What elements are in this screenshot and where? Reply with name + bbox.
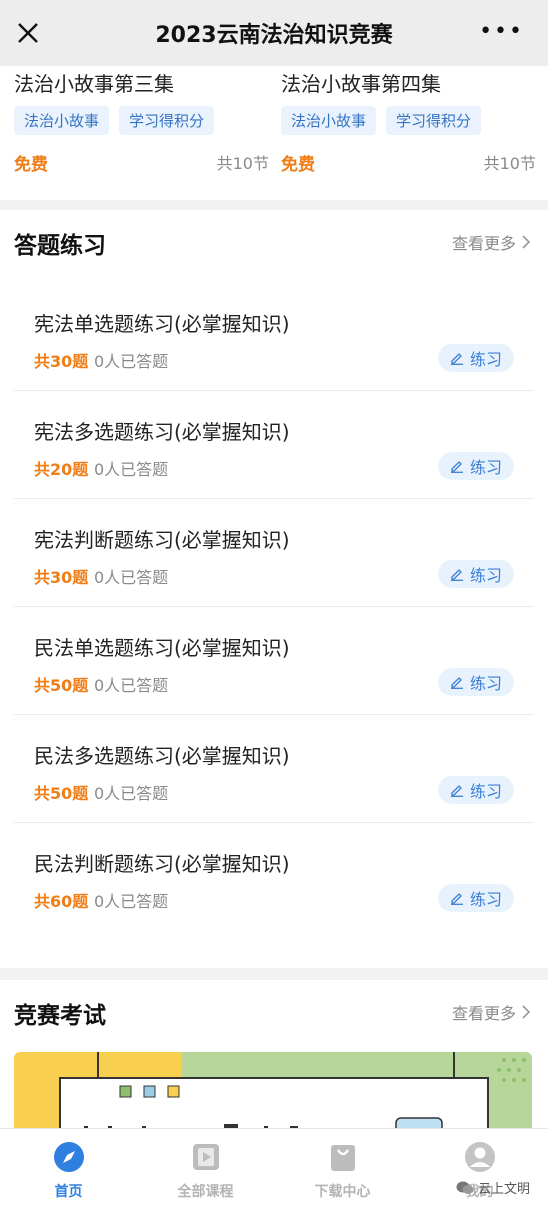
practice-button[interactable]: 练习 [438,560,514,588]
see-more-link[interactable]: 查看更多 [452,1000,530,1024]
practice-item[interactable]: 民法判断题练习(必掌握知识) 共60题 0人已答题 练习 [14,822,534,930]
question-count: 共30题 [34,352,89,371]
edit-icon [450,677,463,689]
practice-title: 宪法判断题练习(必掌握知识) [34,528,290,552]
section-title: 竞赛考试 [14,1003,106,1029]
practice-button-label: 练习 [469,890,502,909]
practice-button[interactable]: 练习 [438,776,514,804]
answered-count: 0人已答题 [94,568,169,587]
practice-title: 宪法多选题练习(必掌握知识) [34,420,290,444]
practice-title: 宪法单选题练习(必掌握知识) [34,312,290,336]
compass-icon [53,1142,84,1172]
practice-button-label: 练习 [469,674,502,693]
practice-title: 民法单选题练习(必掌握知识) [34,636,290,660]
practice-item[interactable]: 宪法判断题练习(必掌握知识) 共30题 0人已答题 练习 [14,498,534,607]
exam-banner[interactable] [14,1052,532,1132]
course-tag: 学习得积分 [119,106,215,135]
edit-icon [450,569,463,581]
watermark: 云上文明 [456,1178,530,1197]
practice-button[interactable]: 练习 [438,344,514,372]
edit-icon [450,893,463,905]
answered-count: 0人已答题 [94,676,169,695]
practice-title: 民法多选题练习(必掌握知识) [34,744,290,768]
title-bar: 2023云南法治知识竞赛 ••• [0,0,548,66]
page-title: 2023云南法治知识竞赛 [155,23,393,48]
bag-icon [330,1145,355,1171]
edit-icon [450,785,463,797]
exam-section: 竞赛考试 查看更多 [0,980,548,1132]
watermark-text: 云上文明 [477,1182,530,1197]
see-more-link[interactable]: 查看更多 [452,230,530,254]
tab-mine[interactable]: 我的 [411,1129,548,1213]
section-title: 答题练习 [14,233,106,259]
practice-button-label: 练习 [469,566,502,585]
question-count: 共30题 [34,568,89,587]
practice-button-label: 练习 [469,458,502,477]
course-tag: 法治小故事 [14,106,110,135]
practice-item[interactable]: 宪法多选题练习(必掌握知识) 共20题 0人已答题 练习 [14,390,534,499]
bottom-tab-bar: 首页 全部课程 下载中心 我的 [0,1128,548,1213]
practice-section: 答题练习 查看更多 宪法单选题练习(必掌握知识) 共30题 0人已答题 练习 宪… [0,210,548,968]
video-icon [192,1144,219,1170]
practice-item[interactable]: 民法单选题练习(必掌握知识) 共50题 0人已答题 练习 [14,606,534,715]
wechat-icon [456,1181,474,1194]
more-icon[interactable]: ••• [479,21,524,43]
question-count: 共50题 [34,676,89,695]
practice-item[interactable]: 宪法单选题练习(必掌握知识) 共30题 0人已答题 练习 [14,282,534,391]
question-count: 共50题 [34,784,89,803]
course-price: 免费 [14,155,48,175]
practice-title: 民法判断题练习(必掌握知识) [34,852,290,876]
course-tag: 法治小故事 [281,106,377,135]
chevron-right-icon [522,1005,530,1019]
tab-label: 下载中心 [314,1184,371,1200]
see-more-label: 查看更多 [451,234,516,253]
chevron-right-icon [522,235,530,249]
edit-icon [450,461,463,473]
course-tag: 学习得积分 [386,106,482,135]
user-icon [464,1142,495,1172]
tab-all-courses[interactable]: 全部课程 [137,1129,274,1213]
tab-home[interactable]: 首页 [0,1129,137,1213]
course-list: 法治小故事第三集 法治小故事 学习得积分 免费 共10节 法治小故事第四集 法治… [0,66,548,200]
course-title: 法治小故事第四集 [281,72,441,96]
practice-button[interactable]: 练习 [438,452,514,480]
tab-label: 首页 [54,1184,83,1200]
close-icon[interactable] [14,19,42,47]
answered-count: 0人已答题 [94,352,169,371]
tab-downloads[interactable]: 下载中心 [274,1129,411,1213]
answered-count: 0人已答题 [94,892,169,911]
practice-button[interactable]: 练习 [438,668,514,696]
question-count: 共60题 [34,892,89,911]
practice-button-label: 练习 [469,782,502,801]
practice-button-label: 练习 [469,350,502,369]
course-lessons: 共10节 [216,154,269,173]
tab-label: 全部课程 [177,1184,234,1200]
answered-count: 0人已答题 [94,460,169,479]
answered-count: 0人已答题 [94,784,169,803]
edit-icon [450,353,463,365]
course-lessons: 共10节 [483,154,536,173]
practice-item[interactable]: 民法多选题练习(必掌握知识) 共50题 0人已答题 练习 [14,714,534,823]
question-count: 共20题 [34,460,89,479]
see-more-label: 查看更多 [451,1004,516,1023]
practice-button[interactable]: 练习 [438,884,514,912]
course-price: 免费 [281,155,315,175]
course-title: 法治小故事第三集 [14,72,174,96]
